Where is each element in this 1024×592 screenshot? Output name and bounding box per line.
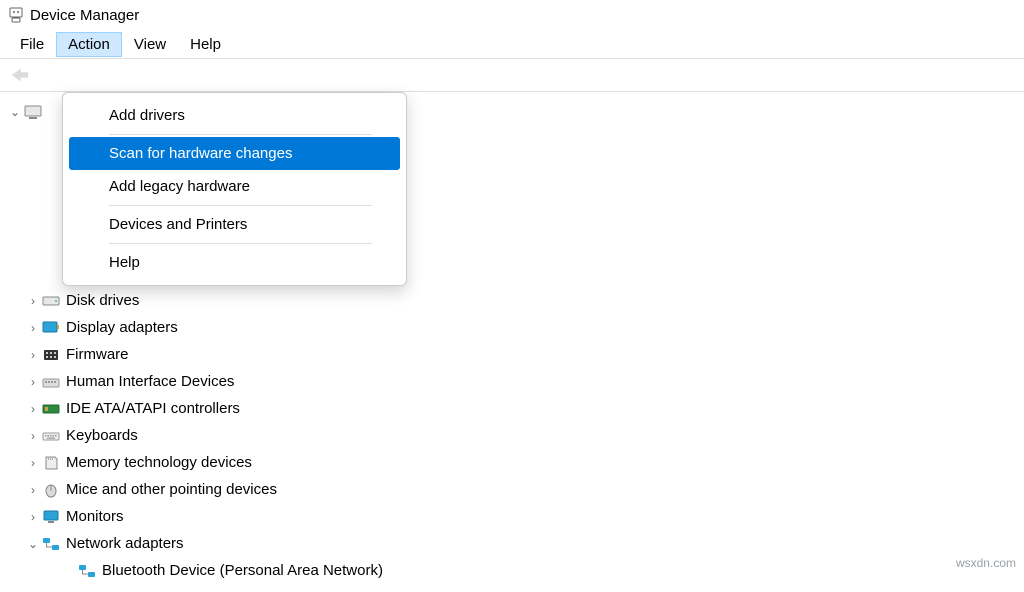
tree-row-bluetooth-device[interactable]: Bluetooth Device (Personal Area Network) xyxy=(8,557,1016,584)
menu-action[interactable]: Action xyxy=(56,32,122,57)
chevron-right-icon[interactable]: › xyxy=(26,348,40,362)
tree-label: Disk drives xyxy=(66,292,139,309)
hid-icon xyxy=(42,374,60,390)
chevron-right-icon[interactable]: › xyxy=(26,510,40,524)
menu-help[interactable]: Help xyxy=(178,32,233,57)
window-title: Device Manager xyxy=(30,7,139,24)
menu-devices-and-printers[interactable]: Devices and Printers xyxy=(69,208,400,241)
chevron-down-icon[interactable]: ⌄ xyxy=(8,105,22,119)
tree-row-network-adapters[interactable]: ⌄ Network adapters xyxy=(8,530,1016,557)
tree-label: Monitors xyxy=(66,508,124,525)
tree-row-ide[interactable]: › IDE ATA/ATAPI controllers xyxy=(8,395,1016,422)
tree-row-display-adapters[interactable]: › Display adapters xyxy=(8,314,1016,341)
tree-row-mice[interactable]: › Mice and other pointing devices xyxy=(8,476,1016,503)
ide-controller-icon xyxy=(42,401,60,417)
keyboard-icon xyxy=(42,428,60,444)
disk-drive-icon xyxy=(42,293,60,309)
device-tree: Add drivers Scan for hardware changes Ad… xyxy=(0,92,1024,592)
action-dropdown: Add drivers Scan for hardware changes Ad… xyxy=(62,92,407,286)
chevron-right-icon[interactable]: › xyxy=(26,294,40,308)
chevron-right-icon[interactable]: › xyxy=(26,375,40,389)
menu-scan-hardware-changes[interactable]: Scan for hardware changes xyxy=(69,137,400,170)
tree-label: Display adapters xyxy=(66,319,178,336)
menu-help[interactable]: Help xyxy=(69,246,400,279)
mouse-icon xyxy=(42,482,60,498)
back-icon[interactable] xyxy=(8,64,30,86)
network-adapter-icon xyxy=(78,563,96,579)
tree-label: Mice and other pointing devices xyxy=(66,481,277,498)
toolbar xyxy=(0,58,1024,92)
chevron-right-icon[interactable]: › xyxy=(26,429,40,443)
watermark: wsxdn.com xyxy=(956,556,1016,570)
chevron-right-icon[interactable]: › xyxy=(26,321,40,335)
tree-row-disk-drives[interactable]: › Disk drives xyxy=(8,287,1016,314)
chevron-down-icon[interactable]: ⌄ xyxy=(26,537,40,551)
tree-row-monitors[interactable]: › Monitors xyxy=(8,503,1016,530)
tree-row-keyboards[interactable]: › Keyboards xyxy=(8,422,1016,449)
menu-separator xyxy=(109,205,372,206)
tree-label: Bluetooth Device (Personal Area Network) xyxy=(102,562,383,579)
tree-label: Firmware xyxy=(66,346,129,363)
firmware-icon xyxy=(42,347,60,363)
tree-label: Network adapters xyxy=(66,535,184,552)
titlebar: Device Manager xyxy=(0,0,1024,30)
display-adapter-icon xyxy=(42,320,60,336)
tree-label: Human Interface Devices xyxy=(66,373,234,390)
network-adapter-icon xyxy=(42,536,60,552)
chevron-right-icon[interactable]: › xyxy=(26,402,40,416)
tree-row-firmware[interactable]: › Firmware xyxy=(8,341,1016,368)
menu-file[interactable]: File xyxy=(8,32,56,57)
menu-add-drivers[interactable]: Add drivers xyxy=(69,99,400,132)
tree-label: Keyboards xyxy=(66,427,138,444)
tree-label: Memory technology devices xyxy=(66,454,252,471)
menu-separator xyxy=(109,134,372,135)
monitor-icon xyxy=(42,509,60,525)
tree-row-memory-tech[interactable]: › Memory technology devices xyxy=(8,449,1016,476)
tree-row-hid[interactable]: › Human Interface Devices xyxy=(8,368,1016,395)
menubar: File Action View Help xyxy=(0,30,1024,58)
menu-separator xyxy=(109,243,372,244)
chevron-right-icon[interactable]: › xyxy=(26,483,40,497)
tree-label: IDE ATA/ATAPI controllers xyxy=(66,400,240,417)
computer-icon xyxy=(24,104,42,120)
chevron-right-icon[interactable]: › xyxy=(26,456,40,470)
memory-card-icon xyxy=(42,455,60,471)
menu-view[interactable]: View xyxy=(122,32,178,57)
app-icon xyxy=(8,7,24,23)
menu-add-legacy-hardware[interactable]: Add legacy hardware xyxy=(69,170,400,203)
